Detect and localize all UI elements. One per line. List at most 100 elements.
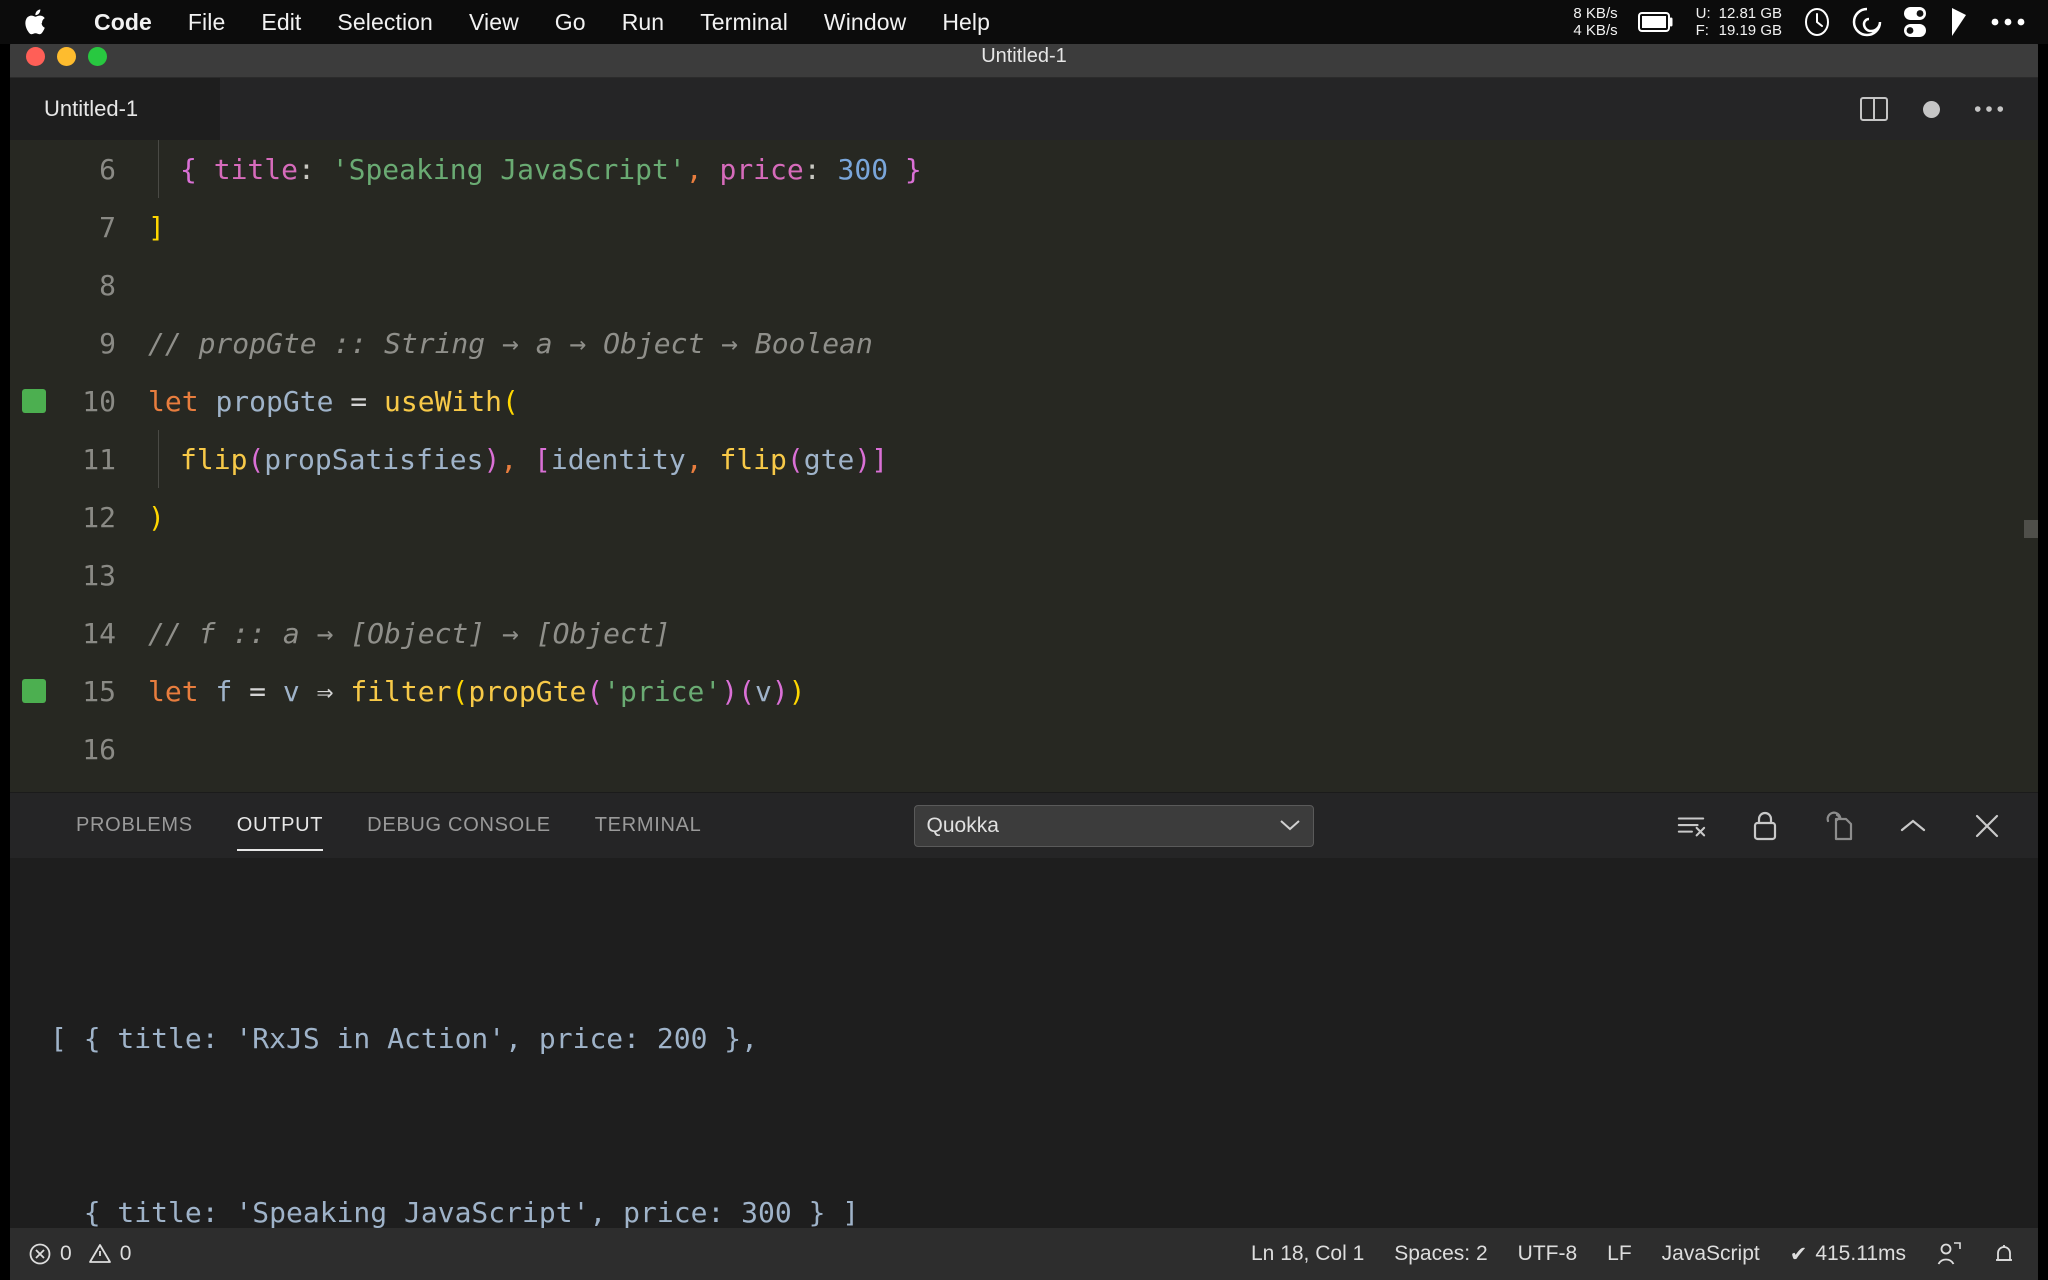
code-line-7[interactable]: 7] (10, 198, 2038, 256)
menu-item-code[interactable]: Code (76, 9, 170, 36)
line-number: 12 (82, 500, 116, 534)
code-token: filter (350, 674, 452, 708)
quokka-check-icon: ✔ (1789, 1242, 1808, 1266)
status-problems[interactable]: 0 0 (28, 1242, 131, 1267)
panel-tab-terminal[interactable]: TERMINAL (573, 793, 724, 859)
code-line-14[interactable]: 14 // f :: a → [Object] → [Object] (10, 604, 2038, 662)
panel-tab-output[interactable]: OUTPUT (215, 793, 345, 859)
warning-count: 0 (119, 1242, 132, 1265)
code-token: 'Speaking JavaScript' (331, 152, 686, 186)
status-cursor-position[interactable]: Ln 18, Col 1 (1251, 1242, 1364, 1266)
code-token: propGte (215, 384, 334, 418)
flag-icon[interactable] (1948, 7, 1970, 37)
menu-item-view[interactable]: View (451, 9, 537, 36)
network-rates[interactable]: 8 KB/s 4 KB/s (1573, 5, 1617, 39)
status-eol[interactable]: LF (1607, 1242, 1632, 1266)
code-line-8[interactable]: 8 (10, 256, 2038, 314)
code-token: propSatisfies (264, 442, 484, 476)
network-up-rate: 8 KB/s (1573, 5, 1618, 22)
code-token: propGte (468, 674, 587, 708)
status-quokka-timing[interactable]: ✔ 415.11ms (1790, 1242, 1906, 1267)
account-icon[interactable] (1936, 1241, 1962, 1267)
menu-bar-left-group: Code File Edit Selection View Go Run Ter… (0, 5, 1008, 39)
menu-item-terminal[interactable]: Terminal (682, 9, 806, 36)
code-line-9[interactable]: 9 // propGte :: String → a → Object → Boo… (10, 314, 2038, 372)
panel-tab-debug-console[interactable]: DEBUG CONSOLE (345, 793, 573, 859)
code-text: let f = v ⇒ filter(propGte('price')(v)) (138, 675, 806, 708)
spiral-icon[interactable] (1852, 7, 1882, 37)
code-token: ) (771, 674, 789, 708)
clock-icon[interactable] (1802, 7, 1832, 37)
code-line-13[interactable]: 13 (10, 546, 2038, 604)
line-number: 8 (99, 268, 116, 302)
code-token: v (754, 674, 772, 708)
menu-item-window[interactable]: Window (806, 9, 924, 36)
collapse-panel-icon[interactable] (1898, 811, 1928, 841)
warning-triangle-icon (88, 1242, 112, 1267)
disk-stats[interactable]: U: F: 12.81 GB 19.19 GB (1696, 5, 1782, 39)
status-bar: 0 0 Ln 18, Col 1 Spaces: 2 UTF-8 LF Java… (10, 1228, 2038, 1280)
indent-guide (158, 430, 159, 488)
code-text: // f :: a → [Object] → [Object] (138, 617, 671, 650)
open-in-editor-icon[interactable] (1824, 811, 1854, 841)
panel-tab-debug-console-label: DEBUG CONSOLE (367, 814, 551, 836)
panel-tab-problems[interactable]: PROBLEMS (54, 793, 215, 859)
code-token: } (888, 152, 922, 186)
more-actions-icon[interactable] (1974, 94, 2004, 124)
menu-item-selection[interactable]: Selection (319, 9, 451, 36)
code-token: v (282, 674, 300, 708)
code-line-15[interactable]: 15 let f = v ⇒ filter(propGte('price')(v)… (10, 662, 2038, 720)
code-line-10[interactable]: 10 let propGte = useWith( (10, 372, 2038, 430)
code-token: ] (148, 210, 165, 244)
status-bar-left: 0 0 (28, 1242, 131, 1267)
lock-scroll-icon[interactable] (1750, 811, 1780, 841)
line-number: 16 (82, 732, 116, 766)
line-number: 11 (82, 442, 116, 476)
menu-item-edit[interactable]: Edit (243, 9, 319, 36)
code-text: { title: 'Speaking JavaScript', price: 3… (138, 153, 922, 186)
code-token: let (148, 674, 199, 708)
code-token: ) (483, 442, 501, 476)
panel-header: PROBLEMS OUTPUT DEBUG CONSOLE TERMINAL Q… (10, 792, 2038, 858)
battery-icon[interactable] (1637, 10, 1676, 34)
output-channel-select[interactable]: Quokka (913, 804, 1314, 847)
status-bar-right: Ln 18, Col 1 Spaces: 2 UTF-8 LF JavaScri… (1251, 1241, 2016, 1267)
code-line-17[interactable]: 17f(200)(data) // ? [ { title: 'RxJS in … (10, 778, 2038, 793)
code-token: : (803, 152, 838, 186)
clear-output-icon[interactable] (1676, 811, 1706, 841)
close-panel-icon[interactable] (1972, 811, 2002, 841)
code-token: flip (719, 442, 787, 476)
status-indentation[interactable]: Spaces: 2 (1394, 1242, 1487, 1266)
code-token: price (719, 152, 804, 186)
unsaved-dot-icon[interactable] (1923, 100, 1940, 118)
menu-item-run[interactable]: Run (604, 9, 683, 36)
menu-item-help[interactable]: Help (924, 9, 1008, 36)
bell-icon[interactable] (1992, 1241, 2016, 1267)
toggles-icon[interactable] (1902, 6, 1928, 38)
menu-item-go[interactable]: Go (537, 9, 604, 36)
editor-tab-untitled-1[interactable]: Untitled-1 (10, 78, 220, 140)
ellipsis-icon[interactable] (1990, 16, 2026, 28)
split-editor-icon[interactable] (1859, 94, 1889, 124)
code-text: flip(propSatisfies), [identity, flip(gte… (138, 443, 888, 476)
status-encoding[interactable]: UTF-8 (1518, 1242, 1578, 1266)
code-editor[interactable]: 6 { title: 'Speaking JavaScript', price: … (10, 140, 2038, 792)
apple-logo-icon[interactable] (22, 5, 52, 39)
output-panel-content[interactable]: [ { title: 'RxJS in Action', price: 200 … (10, 858, 2038, 1229)
code-line-11[interactable]: 11 flip(propSatisfies), [identity, flip(g… (10, 430, 2038, 488)
line-number: 13 (82, 558, 116, 592)
code-token: flip (180, 442, 248, 476)
status-language-mode[interactable]: JavaScript (1662, 1242, 1760, 1266)
code-token: gte (803, 442, 855, 476)
window-title: Untitled-1 (981, 45, 1067, 67)
menu-item-file[interactable]: File (170, 9, 243, 36)
bottom-panel: PROBLEMS OUTPUT DEBUG CONSOLE TERMINAL Q… (10, 792, 2038, 1229)
editor-vertical-scrollbar[interactable] (2024, 520, 2038, 538)
code-token: ( (247, 442, 265, 476)
code-line-6[interactable]: 6 { title: 'Speaking JavaScript', price: … (10, 140, 2038, 198)
code-line-16[interactable]: 16 (10, 720, 2038, 778)
code-line-12[interactable]: 12) (10, 488, 2038, 546)
code-token: ) (148, 500, 165, 534)
disk-free-value: 19.19 GB (1718, 22, 1782, 39)
